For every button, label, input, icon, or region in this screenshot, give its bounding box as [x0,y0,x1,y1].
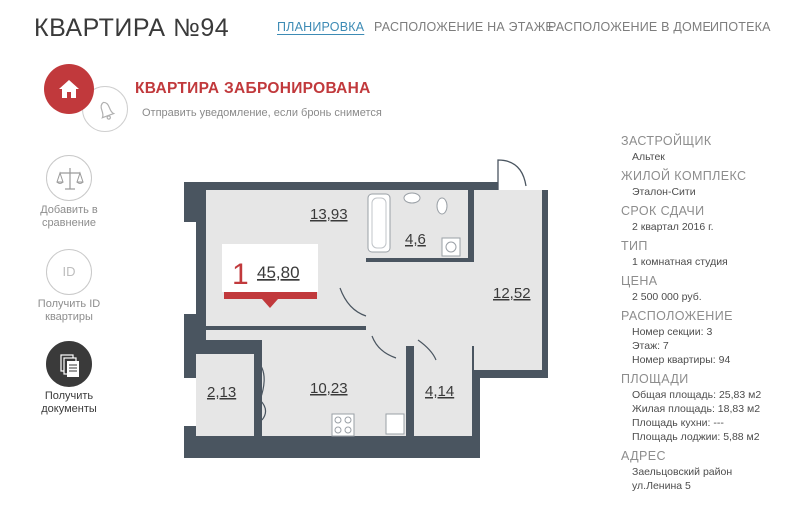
room-area-label: 2,13 [207,384,236,401]
complex-label: ЖИЛОЙ КОМПЛЕКС [621,169,747,183]
plan-window [184,222,196,314]
section-value: Номер секции: 3 [632,326,713,338]
apartment-details: ЗАСТРОЙЩИК Альтек ЖИЛОЙ КОМПЛЕКС Эталон-… [621,134,796,493]
price-label: ЦЕНА [621,274,658,288]
developer-value: Альтек [632,151,665,163]
deadline-value: 2 квартал 2016 г. [632,221,714,233]
district-value: Заельцовский район [632,466,733,478]
room-area-label: 13,93 [310,206,348,223]
total-area-detail: Общая площадь: 25,83 м2 [632,389,762,401]
kitchen-sink [385,413,405,435]
type-label: ТИП [621,239,648,253]
sink [403,192,421,204]
price-value: 2 500 000 руб. [632,291,702,303]
kitchen-area-detail: Площадь кухни: --- [632,417,724,429]
loggia-area-detail: Площадь лоджии: 5,88 м2 [632,431,760,443]
area-badge-bar [224,292,317,299]
room-area-label: 12,52 [493,285,531,302]
room-kitchen-area [474,190,542,370]
total-area-value: 45,80 [257,263,300,282]
stove [331,413,355,437]
deadline-label: СРОК СДАЧИ [621,204,705,218]
address-label: АДРЕС [621,449,666,463]
room-area-label: 4,14 [425,383,454,400]
room-hall-lower [406,336,476,346]
apartment-number-value: Номер квартиры: 94 [632,354,731,366]
complex-value: Эталон-Сити [632,186,696,198]
type-value: 1 комнатная студия [632,256,728,268]
washing-machine [441,237,461,257]
floor-value: Этаж: 7 [632,340,669,352]
plan-window [184,378,196,426]
room-hall [366,262,476,336]
room-area-label: 10,23 [310,380,348,397]
living-area-detail: Жилая площадь: 18,83 м2 [632,403,761,415]
developer-label: ЗАСТРОЙЩИК [621,134,712,148]
location-label: РАСПОЛОЖЕНИЕ [621,309,733,323]
toilet [436,197,448,215]
tab-mortgage[interactable]: ИПОТЕКА [710,20,771,34]
room-area-label: 4,6 [405,231,426,248]
street-value: ул.Ленина 5 [632,480,691,492]
entrance-door [498,168,528,190]
rooms-count: 1 [232,258,249,291]
areas-label: ПЛОЩАДИ [621,372,689,386]
bathtub [367,193,391,253]
floor-plan: 1 45,80 13,93 4,6 12,52 2,13 10,23 4,14 [184,159,548,458]
room-corridor [206,330,410,340]
